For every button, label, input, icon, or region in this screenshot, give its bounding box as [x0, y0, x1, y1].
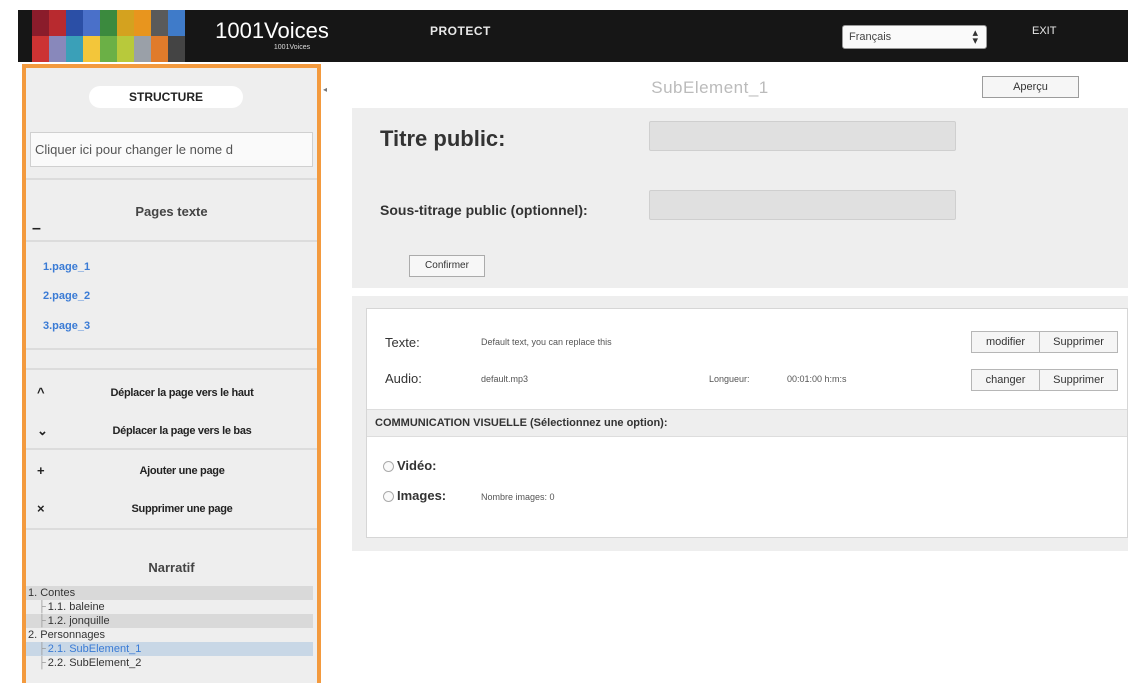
delete-audio-button[interactable]: Supprimer [1039, 369, 1118, 391]
titre-public-label: Titre public: [380, 126, 506, 151]
tree-item[interactable]: 2.2. SubElement_2 [26, 656, 313, 670]
sous-titrage-input[interactable] [649, 190, 956, 220]
texte-label: Texte: [385, 335, 420, 350]
chevron-up-icon: ^ [37, 385, 45, 400]
logo-color-block [134, 36, 151, 62]
image-count: Nombre images: 0 [481, 492, 555, 502]
divider [26, 368, 317, 370]
delete-text-button[interactable]: Supprimer [1039, 331, 1118, 353]
nav-exit[interactable]: EXIT [1032, 25, 1056, 37]
logo-color-block [151, 10, 168, 36]
logo-color-block [151, 36, 168, 62]
audio-label: Audio: [385, 371, 422, 386]
brand[interactable]: 1001Voices 1001Voices [202, 18, 342, 58]
logo-color-block [168, 10, 185, 36]
page-link-2[interactable]: 2.page_2 [43, 290, 90, 302]
video-radio[interactable] [383, 461, 394, 472]
structure-sidebar: STRUCTURE Cliquer ici pour changer le no… [22, 64, 321, 683]
move-page-down-label: Déplacer la page vers le bas [112, 425, 252, 437]
logo-color-block [168, 36, 185, 62]
logo-color-block [32, 10, 49, 36]
tree-item[interactable]: 2. Personnages [26, 628, 313, 642]
images-label: Images: [397, 488, 447, 503]
brand-subtext: 1001Voices [273, 44, 311, 51]
brand-name: 1001Voices [215, 18, 329, 43]
divider [26, 448, 317, 450]
add-page-label: Ajouter une page [139, 465, 225, 477]
logo-color-block [100, 36, 117, 62]
divider [26, 178, 317, 180]
close-icon: × [37, 501, 45, 516]
divider [26, 528, 317, 530]
select-arrows-icon: ▴ ▾ [972, 27, 978, 47]
media-panel: Texte: Default text, you can replace thi… [352, 296, 1128, 551]
images-radio[interactable] [383, 491, 394, 502]
logo-color-block [83, 36, 100, 62]
public-title-panel: Titre public: Sous-titrage public (optio… [352, 108, 1128, 288]
nav-protect[interactable]: PROTECT [430, 24, 491, 38]
divider [26, 348, 317, 350]
longueur-value: 00:01:00 h:m:s [787, 374, 847, 384]
logo-color-block [83, 10, 100, 36]
page-link-1[interactable]: 1.page_1 [43, 261, 90, 273]
move-page-up-button[interactable]: ^ Déplacer la page vers le haut [26, 378, 317, 408]
app-window: 1001Voices 1001Voices PROTECT Français ▴… [0, 0, 1128, 683]
divider [26, 240, 317, 242]
page-title: SubElement_1 [651, 78, 769, 97]
brand-logo-mosaic [32, 10, 185, 62]
top-bar: 1001Voices 1001Voices PROTECT Français ▴… [0, 0, 1128, 62]
move-page-down-button[interactable]: ⌄ Déplacer la page vers le bas [26, 416, 317, 446]
language-select-value: Français [849, 31, 892, 43]
visual-communication-heading: COMMUNICATION VISUELLE (Sélectionnez une… [367, 409, 1127, 437]
modify-text-button[interactable]: modifier [971, 331, 1040, 353]
top-bar-inner: 1001Voices 1001Voices PROTECT Français ▴… [18, 10, 1128, 62]
sous-titrage-label: Sous-titrage public (optionnel): [380, 202, 588, 218]
language-select[interactable]: Français ▴ ▾ [842, 25, 987, 49]
titre-public-input[interactable] [649, 121, 956, 151]
add-page-button[interactable]: + Ajouter une page [26, 456, 317, 486]
narratif-section-title: Narratif [148, 560, 195, 575]
delete-page-label: Supprimer une page [131, 503, 233, 515]
tree-item[interactable]: 1.1. baleine [26, 600, 313, 614]
video-label: Vidéo: [397, 458, 437, 473]
logo-color-block [49, 10, 66, 36]
pages-section-title: Pages texte [135, 204, 208, 219]
longueur-label: Longueur: [709, 374, 750, 384]
rename-input[interactable]: Cliquer ici pour changer le nome d [30, 132, 313, 167]
logo-color-block [66, 10, 83, 36]
logo-color-block [117, 10, 134, 36]
collapse-pages-button[interactable]: – [32, 220, 41, 238]
logo-color-block [100, 10, 117, 36]
tree-item-selected[interactable]: 2.1. SubElement_1 [26, 642, 313, 656]
plus-icon: + [37, 463, 45, 478]
move-page-up-label: Déplacer la page vers le haut [110, 387, 254, 399]
tree-item[interactable]: 1. Contes [26, 586, 313, 600]
chevron-down-icon: ⌄ [37, 423, 48, 438]
logo-color-block [117, 36, 134, 62]
logo-color-block [66, 36, 83, 62]
page-link-3[interactable]: 3.page_3 [43, 320, 90, 332]
change-audio-button[interactable]: changer [971, 369, 1040, 391]
texte-value: Default text, you can replace this [481, 337, 612, 347]
confirm-button[interactable]: Confirmer [409, 255, 485, 277]
logo-color-block [134, 10, 151, 36]
tree-item[interactable]: 1.2. jonquille [26, 614, 313, 628]
logo-color-block [49, 36, 66, 62]
delete-page-button[interactable]: × Supprimer une page [26, 494, 317, 524]
narratif-tree: 1. Contes 1.1. baleine 1.2. jonquille 2.… [26, 586, 313, 670]
preview-button[interactable]: Aperçu [982, 76, 1079, 98]
logo-color-block [32, 36, 49, 62]
audio-value: default.mp3 [481, 374, 529, 384]
media-card: Texte: Default text, you can replace thi… [366, 308, 1128, 538]
